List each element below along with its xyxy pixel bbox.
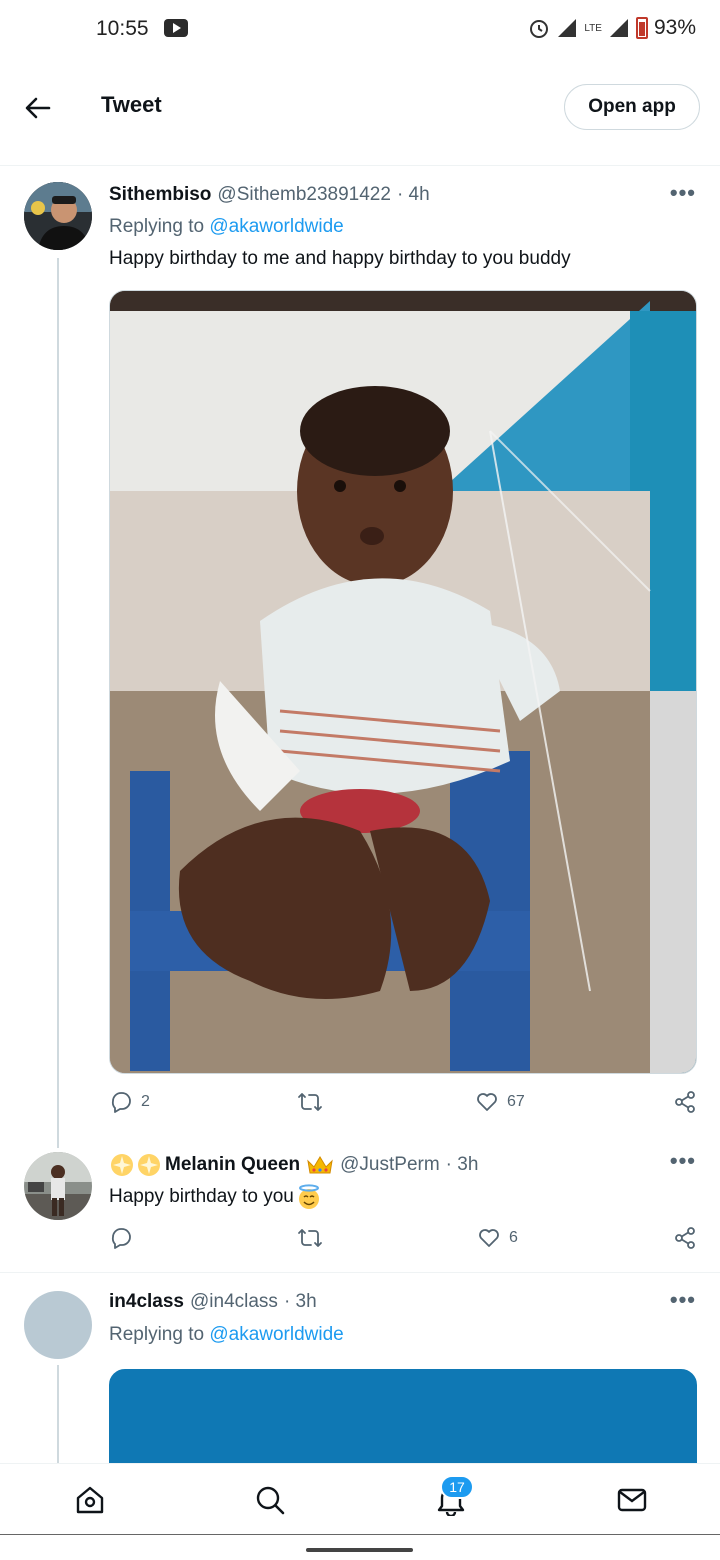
tweet-media[interactable] — [109, 1369, 697, 1463]
retweet-icon — [298, 1093, 322, 1111]
like-count: 6 — [509, 1229, 518, 1246]
alarm-icon — [530, 20, 549, 38]
replying-to: Replying to @akaworldwide — [109, 216, 344, 238]
top-header: Tweet Open app — [0, 64, 720, 166]
user-handle[interactable]: @JustPerm — [340, 1154, 440, 1176]
thread-line — [57, 1365, 59, 1463]
heart-icon — [479, 1229, 499, 1247]
reply-button[interactable]: 2 — [109, 1090, 150, 1114]
comment-icon — [111, 1228, 131, 1249]
replying-to-label: Replying to — [109, 1324, 210, 1345]
reply-button[interactable] — [109, 1226, 141, 1250]
tweet-photo[interactable] — [109, 290, 697, 1074]
tweet-header: in4class @in4class · 3h — [109, 1291, 317, 1313]
avatar[interactable] — [24, 1152, 92, 1220]
timestamp[interactable]: · 3h — [446, 1154, 479, 1176]
battery-icon — [635, 17, 648, 39]
notifications-badge: 17 — [440, 1475, 474, 1499]
retweet-button[interactable] — [297, 1090, 331, 1114]
gesture-bar[interactable] — [306, 1548, 413, 1552]
replying-to-handle[interactable]: @akaworldwide — [209, 1324, 343, 1345]
more-options-icon[interactable]: ••• — [670, 1148, 696, 1174]
user-handle[interactable]: @Sithemb23891422 — [217, 184, 391, 206]
share-button[interactable] — [673, 1226, 697, 1250]
status-indicators: LTE 93% — [528, 16, 696, 40]
back-button[interactable] — [18, 88, 58, 128]
replying-to-label: Replying to — [109, 216, 210, 237]
battery-percent: 93% — [653, 16, 696, 39]
tweet-reply[interactable]: Sithembiso @Sithemb23891422 · 4h ••• Rep… — [0, 166, 720, 1150]
tweet-reply[interactable]: in4class @in4class · 3h ••• Replying to … — [0, 1273, 720, 1463]
page-title: Tweet — [101, 92, 162, 117]
like-button[interactable]: 6 — [477, 1226, 518, 1250]
like-count: 67 — [507, 1093, 525, 1110]
tweet-actions: 2 67 — [109, 1090, 697, 1120]
tweet-actions: 6 — [109, 1226, 697, 1256]
more-options-icon[interactable]: ••• — [670, 180, 696, 206]
avatar-photo — [24, 1152, 92, 1220]
avatar-photo — [24, 182, 92, 250]
tweet-text: Happy birthday to you — [109, 1184, 322, 1210]
display-name[interactable]: in4class — [109, 1291, 184, 1313]
heart-icon — [477, 1093, 497, 1111]
crown-emoji — [307, 1156, 333, 1174]
signal-icon-2 — [609, 19, 628, 37]
status-bar: 10:55 LTE 93% — [0, 0, 720, 64]
signal-icon — [558, 19, 577, 37]
display-name[interactable]: Sithembiso — [109, 184, 211, 206]
replying-to: Replying to @akaworldwide — [109, 1324, 344, 1346]
display-name[interactable]: Melanin Queen — [165, 1154, 300, 1176]
user-handle[interactable]: @in4class — [190, 1291, 278, 1313]
retweet-icon — [298, 1229, 322, 1247]
share-icon — [675, 1227, 695, 1249]
like-button[interactable]: 67 — [475, 1090, 525, 1114]
nav-home[interactable] — [72, 1482, 108, 1518]
nav-messages[interactable] — [614, 1482, 650, 1518]
tweet-text: Happy birthday to me and happy birthday … — [109, 248, 571, 269]
bottom-navigation: 17 — [0, 1463, 720, 1535]
avatar[interactable] — [24, 182, 92, 250]
sparkle-face-emoji — [111, 1154, 160, 1176]
reply-count: 2 — [141, 1093, 150, 1110]
tweet-reply[interactable]: Melanin Queen @JustPerm · 3h ••• Happy b… — [0, 1148, 720, 1272]
open-app-button[interactable]: Open app — [564, 84, 700, 130]
mail-icon — [617, 1488, 647, 1512]
search-icon — [256, 1486, 285, 1515]
avatar[interactable] — [24, 1291, 92, 1359]
share-icon — [675, 1091, 695, 1113]
tweet-text-content: Happy birthday to you — [109, 1186, 294, 1207]
network-type: LTE — [584, 22, 602, 34]
comment-icon — [111, 1092, 131, 1113]
status-time: 10:55 — [96, 17, 149, 40]
timestamp[interactable]: · 3h — [284, 1291, 317, 1313]
nav-search[interactable] — [252, 1482, 288, 1518]
timestamp[interactable]: · 4h — [397, 184, 430, 206]
youtube-notification-icon — [164, 19, 188, 37]
halo-smile-emoji — [298, 1184, 319, 1209]
baby-photo — [110, 291, 696, 1073]
tweet-header: Melanin Queen @JustPerm · 3h — [109, 1152, 478, 1178]
tweet-header: Sithembiso @Sithemb23891422 · 4h — [109, 184, 430, 206]
arrow-left-icon — [25, 97, 51, 119]
replying-to-handle[interactable]: @akaworldwide — [209, 216, 343, 237]
home-icon — [76, 1486, 104, 1514]
retweet-button[interactable] — [297, 1226, 331, 1250]
share-button[interactable] — [673, 1090, 697, 1114]
thread-line — [57, 258, 59, 1148]
more-options-icon[interactable]: ••• — [670, 1287, 696, 1313]
